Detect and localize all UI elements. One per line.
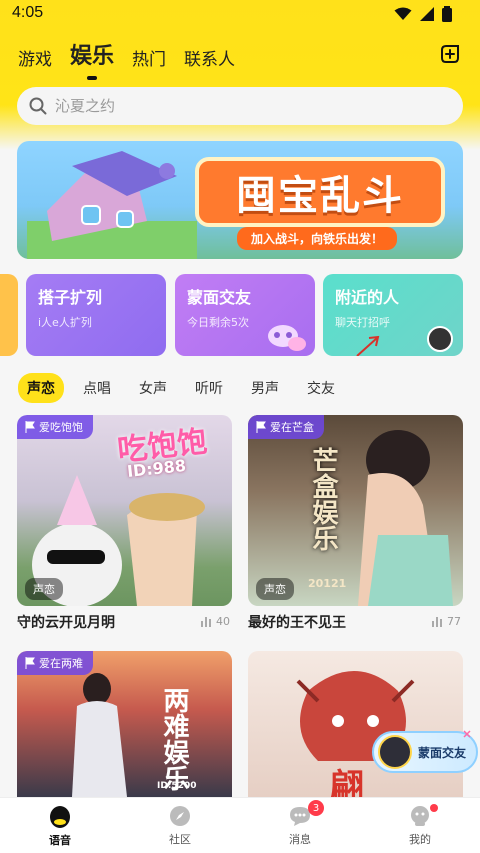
girl-sunset-photo: [72, 673, 127, 797]
search-icon: [29, 97, 47, 115]
tab-contacts[interactable]: 联系人: [184, 45, 235, 70]
filter-chip[interactable]: 女声: [130, 373, 176, 403]
room-count-value: 40: [216, 615, 230, 628]
signal-icon: [420, 7, 434, 21]
system-icons: [394, 6, 452, 22]
room-cover: 爱在芒盒 芒盒娱乐 20121 声恋: [248, 415, 463, 606]
battery-icon: [442, 6, 452, 22]
nav-profile[interactable]: 我的: [360, 798, 480, 853]
notification-dot: [430, 804, 438, 812]
close-icon[interactable]: [462, 729, 472, 739]
filter-chip[interactable]: 男声: [242, 373, 288, 403]
banner-subtitle: 加入战斗，向铁乐出发！: [237, 227, 398, 250]
nav-label: 语音: [49, 833, 71, 847]
room-art-id: ID:5200: [157, 781, 197, 791]
feature-title: 蒙面交友: [187, 288, 252, 307]
room-art-id: 20121: [308, 577, 347, 590]
create-room-icon[interactable]: [438, 42, 462, 66]
search-bar[interactable]: [17, 87, 463, 125]
nav-label: 消息: [289, 832, 311, 846]
room-listener-count: 40: [201, 615, 230, 628]
tab-entertainment[interactable]: 娱乐: [70, 38, 114, 70]
status-bar: 4:05: [0, 0, 480, 28]
feature-card-nearby[interactable]: 附近的人 聊天打招呼: [323, 274, 463, 356]
banner-logo: 囤宝乱斗: [195, 157, 445, 227]
filter-chip[interactable]: 声恋: [18, 373, 64, 403]
feature-title: 搭子扩列: [38, 288, 103, 307]
avatar: [378, 735, 412, 769]
room-card[interactable]: 爱在两难 两难娱乐 ID:5200: [17, 651, 232, 797]
room-tag: 爱吃饱饱: [17, 415, 93, 439]
tab-games[interactable]: 游戏: [18, 45, 52, 70]
filter-chip[interactable]: 交友: [298, 373, 344, 403]
wifi-icon: [394, 7, 412, 20]
promo-banner[interactable]: 囤宝乱斗 加入战斗，向铁乐出发！: [17, 141, 463, 259]
feature-subtitle: i人e人扩列: [38, 316, 92, 329]
voice-home-icon: [50, 805, 70, 828]
room-cover: 爱在两难 两难娱乐 ID:5200: [17, 651, 232, 797]
status-time: 4:05: [12, 4, 44, 21]
filter-chip[interactable]: 点唱: [74, 373, 120, 403]
feature-title: 附近的人: [335, 288, 400, 307]
room-tag-label: 爱吃饱饱: [39, 421, 83, 434]
nearby-avatar: [427, 326, 453, 352]
room-card[interactable]: 翩: [248, 651, 463, 797]
search-input[interactable]: [55, 97, 435, 115]
nav-voice[interactable]: 语音: [0, 798, 120, 853]
bottom-nav: 语音 社区 3 消息 我的: [0, 797, 480, 853]
room-voice-badge: 声恋: [25, 578, 63, 600]
room-name: 最好的王不见王: [248, 615, 346, 631]
room-listener-count: 77: [432, 615, 461, 628]
room-art-text: 翩: [330, 767, 364, 797]
float-button-label: 蒙面交友: [418, 745, 467, 760]
filter-chip[interactable]: 听听: [186, 373, 232, 403]
feature-card-masked[interactable]: 蒙面交友 今日剩余5次: [175, 274, 315, 356]
nav-community[interactable]: 社区: [120, 798, 240, 853]
flag-icon: [25, 421, 35, 433]
nav-label: 我的: [409, 832, 431, 846]
room-cover: 翩: [248, 651, 463, 797]
category-filters: 声恋 点唱 女声 听听 男声 交友: [18, 373, 344, 403]
cartoon-house-illustration: [27, 151, 197, 259]
room-name: 守的云开见月明: [17, 615, 115, 631]
masked-friend-float-button[interactable]: 蒙面交友: [372, 729, 478, 773]
feature-card-partner[interactable]: 搭子扩列 i人e人扩列: [26, 274, 166, 356]
room-art-text: 两难娱乐: [159, 687, 189, 791]
top-tabs: 游戏 娱乐 热门 联系人: [18, 38, 235, 70]
room-card[interactable]: 爱吃饱饱 吃饱饱 ID:988 声恋 守的云开见月明 40: [17, 415, 232, 632]
nav-label: 社区: [169, 832, 191, 846]
mask-icon: [268, 325, 306, 351]
nav-messages[interactable]: 3 消息: [240, 798, 360, 853]
tab-popular[interactable]: 热门: [132, 45, 166, 70]
room-cover: 爱吃饱饱 吃饱饱 ID:988 声恋: [17, 415, 232, 606]
profile-icon: [411, 805, 429, 826]
room-art-text: 芒盒娱乐: [308, 447, 338, 551]
room-voice-badge: 声恋: [256, 578, 294, 600]
room-count-value: 77: [447, 615, 461, 628]
message-badge: 3: [308, 800, 324, 816]
room-card[interactable]: 爱在芒盒 芒盒娱乐 20121 声恋 最好的王不见王 77: [248, 415, 463, 632]
bar-stats-icon: [201, 616, 211, 627]
compass-icon: [170, 805, 190, 826]
feature-card-peek[interactable]: [0, 274, 18, 356]
banner-title: 囤宝乱斗: [236, 173, 404, 219]
pointer-arrow-icon: [356, 335, 380, 356]
bar-stats-icon: [432, 616, 442, 627]
